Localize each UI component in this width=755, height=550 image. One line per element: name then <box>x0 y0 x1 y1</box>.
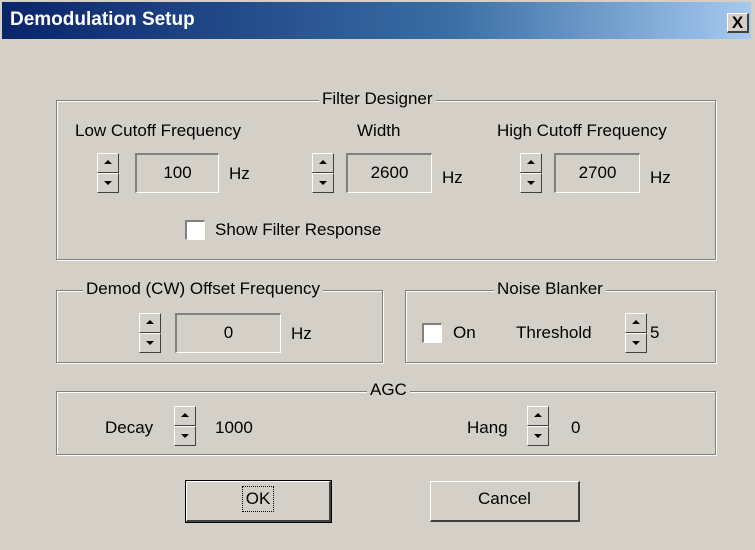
high-cutoff-spinner[interactable] <box>520 153 542 193</box>
hang-up-icon[interactable] <box>527 406 549 426</box>
width-unit: Hz <box>442 168 463 187</box>
decay-down-icon[interactable] <box>174 426 196 446</box>
demod-offset-spinner[interactable] <box>139 313 161 353</box>
agc-group: AGC Decay 1000 Hang 0 <box>56 380 716 455</box>
ok-button-label: OK <box>241 486 275 512</box>
threshold-up-icon[interactable] <box>625 313 647 333</box>
show-filter-response-label[interactable]: Show Filter Response <box>215 220 381 240</box>
hang-label: Hang <box>467 418 508 437</box>
high-cutoff-field[interactable]: 2700 <box>554 153 640 193</box>
threshold-spinner[interactable] <box>625 313 647 353</box>
threshold-down-icon[interactable] <box>625 333 647 353</box>
width-up-icon[interactable] <box>312 153 334 173</box>
high-cutoff-label: High Cutoff Frequency <box>497 121 667 140</box>
filter-designer-legend: Filter Designer <box>319 89 436 109</box>
demod-offset-field[interactable]: 0 <box>175 313 281 353</box>
threshold-label: Threshold <box>516 323 592 342</box>
ok-button[interactable]: OK <box>185 480 332 523</box>
width-field[interactable]: 2600 <box>346 153 432 193</box>
width-spinner[interactable] <box>312 153 334 193</box>
dialog-title: Demodulation Setup <box>10 9 195 30</box>
high-cutoff-unit: Hz <box>650 168 671 187</box>
decay-spinner[interactable] <box>174 406 196 446</box>
low-cutoff-unit: Hz <box>229 164 250 183</box>
close-button[interactable]: X <box>727 13 749 33</box>
low-cutoff-down-icon[interactable] <box>97 173 119 193</box>
noise-blanker-on-checkbox[interactable] <box>422 323 442 343</box>
demod-offset-legend: Demod (CW) Offset Frequency <box>83 279 323 299</box>
demod-offset-unit: Hz <box>291 324 312 343</box>
width-down-icon[interactable] <box>312 173 334 193</box>
demod-offset-down-icon[interactable] <box>139 333 161 353</box>
high-cutoff-up-icon[interactable] <box>520 153 542 173</box>
high-cutoff-down-icon[interactable] <box>520 173 542 193</box>
noise-blanker-group: Noise Blanker On Threshold 5 <box>405 279 716 363</box>
low-cutoff-spinner[interactable] <box>97 153 119 193</box>
close-icon: X <box>731 13 744 32</box>
title-bar[interactable]: Demodulation Setup X <box>2 2 751 39</box>
hang-down-icon[interactable] <box>527 426 549 446</box>
threshold-value: 5 <box>650 323 660 342</box>
filter-designer-group: Filter Designer Low Cutoff Frequency 100… <box>56 89 716 260</box>
demodulation-setup-dialog: Demodulation Setup X Filter Designer Low… <box>0 0 755 550</box>
cancel-button[interactable]: Cancel <box>430 481 580 522</box>
noise-blanker-on-label[interactable]: On <box>453 323 476 343</box>
show-filter-response-checkbox[interactable] <box>185 220 205 240</box>
width-label: Width <box>357 121 401 140</box>
agc-legend: AGC <box>367 380 410 400</box>
low-cutoff-up-icon[interactable] <box>97 153 119 173</box>
demod-offset-up-icon[interactable] <box>139 313 161 333</box>
low-cutoff-label: Low Cutoff Frequency <box>75 121 241 140</box>
noise-blanker-legend: Noise Blanker <box>494 279 606 299</box>
cancel-button-label: Cancel <box>478 489 531 508</box>
low-cutoff-field[interactable]: 100 <box>135 153 219 193</box>
decay-up-icon[interactable] <box>174 406 196 426</box>
demod-offset-group: Demod (CW) Offset Frequency 0 Hz <box>56 279 383 363</box>
decay-value: 1000 <box>215 418 253 437</box>
hang-value: 0 <box>571 418 581 437</box>
hang-spinner[interactable] <box>527 406 549 446</box>
decay-label: Decay <box>105 418 154 437</box>
